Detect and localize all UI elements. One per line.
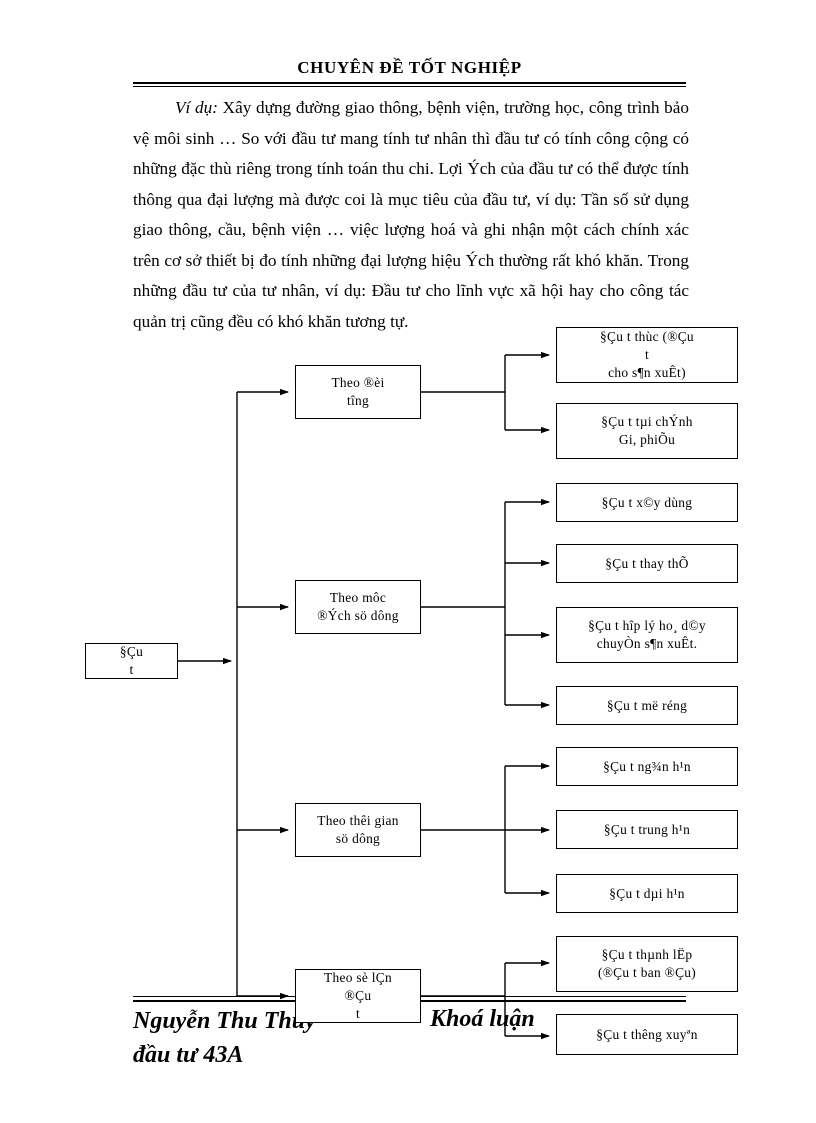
diagram-leaf-node-1[interactable]: §Çu t­ thùc (®Çu t­ cho s¶n xuÊt)	[556, 327, 738, 383]
diagram-branch-label-2-line1: Theo môc	[329, 590, 387, 605]
diagram-branch-node-3[interactable]: Theo thêi gian sö dông	[295, 803, 421, 857]
diagram-leaf-label-1-line2: cho s¶n xuÊt)	[608, 365, 686, 380]
diagram-leaf-label-9-line1: §Çu t­ dµi h¹n	[609, 885, 685, 901]
page-header: CHUYÊN ĐỀ TỐT NGHIỆP	[133, 58, 686, 87]
diagram-root-label: §Çu t­	[119, 644, 144, 677]
diagram-branch-label-3-line2: sö dông	[335, 831, 381, 846]
diagram-branch-label-3-line1: Theo thêi gian	[317, 813, 399, 828]
diagram-branch-label-1-line2: t­îng	[346, 393, 370, 408]
diagram-branch-node-1[interactable]: Theo ®èi t­îng	[295, 365, 421, 419]
diagram-leaf-label-2-line1: §Çu t­ tµi chÝnh	[601, 414, 693, 429]
diagram-leaf-node-8[interactable]: §Çu t­ trung h¹n	[556, 810, 738, 849]
diagram-branch-label-1-line1: Theo ®èi	[331, 375, 385, 390]
diagram-leaf-label-2-line2: Gi, phiÕu	[618, 432, 676, 447]
diagram-branch-node-2[interactable]: Theo môc ®Ých sö dông	[295, 580, 421, 634]
diagram-branch-label-4-line2: ®Çu t­	[344, 988, 372, 1021]
diagram-leaf-label-4-line1: §Çu t­ thay thÕ	[605, 555, 689, 571]
diagram-branch-label-4-line1: Theo sè lÇn	[323, 970, 392, 985]
diagram-leaf-node-5[interactable]: §Çu t­ hîp lý ho¸ d©y chuyÒn s¶n xuÊt.	[556, 607, 738, 663]
diagram-leaf-label-6-line1: §Çu t­ më réng	[606, 697, 688, 713]
diagram-leaf-label-7-line1: §Çu t­ ng¾n h¹n	[603, 758, 691, 774]
diagram-leaf-label-10-line2: (®Çu t­ ban ®Çu)	[597, 965, 697, 980]
paragraph-text: Xây dựng đường giao thông, bệnh viện, tr…	[133, 98, 689, 331]
document-page: CHUYÊN ĐỀ TỐT NGHIỆP Ví dụ: Xây dựng đườ…	[0, 0, 816, 1123]
paragraph-lead-label: Ví dụ:	[175, 98, 218, 117]
diagram-leaf-node-9[interactable]: §Çu t­ dµi h¹n	[556, 874, 738, 913]
diagram-leaf-label-8-line1: §Çu t­ trung h¹n	[603, 821, 691, 837]
diagram-branch-node-4[interactable]: Theo sè lÇn ®Çu t­	[295, 969, 421, 1023]
diagram-leaf-node-11[interactable]: §Çu t­ th­êng xuyªn	[556, 1014, 738, 1055]
diagram-leaf-node-7[interactable]: §Çu t­ ng¾n h¹n	[556, 747, 738, 786]
diagram-leaf-label-5-line1: §Çu t­ hîp lý ho¸ d©y	[588, 618, 706, 633]
diagram-leaf-label-3-line1: §Çu t­ x©y dùng	[601, 494, 693, 510]
diagram-leaf-label-11-line1: §Çu t­ th­êng xuyªn	[596, 1026, 698, 1042]
diagram-branch-label-2-line2: ®Ých sö dông	[317, 608, 399, 623]
diagram-leaf-node-4[interactable]: §Çu t­ thay thÕ	[556, 544, 738, 583]
header-rule	[133, 82, 686, 87]
page-title: CHUYÊN ĐỀ TỐT NGHIỆP	[297, 58, 522, 77]
body-paragraph: Ví dụ: Xây dựng đường giao thông, bệnh v…	[133, 93, 689, 337]
diagram-leaf-label-5-line2: chuyÒn s¶n xuÊt.	[596, 636, 698, 651]
diagram-leaf-node-6[interactable]: §Çu t­ më réng	[556, 686, 738, 725]
diagram-leaf-label-10-line1: §Çu t­ thµnh lËp	[601, 947, 693, 962]
diagram-leaf-label-1-line1: §Çu t­ thùc (®Çu t­	[600, 329, 694, 362]
diagram-leaf-node-2[interactable]: §Çu t­ tµi chÝnh Gi, phiÕu	[556, 403, 738, 459]
diagram-leaf-node-10[interactable]: §Çu t­ thµnh lËp (®Çu t­ ban ®Çu)	[556, 936, 738, 992]
diagram-root-node[interactable]: §Çu t­	[85, 643, 178, 679]
diagram-leaf-node-3[interactable]: §Çu t­ x©y dùng	[556, 483, 738, 522]
